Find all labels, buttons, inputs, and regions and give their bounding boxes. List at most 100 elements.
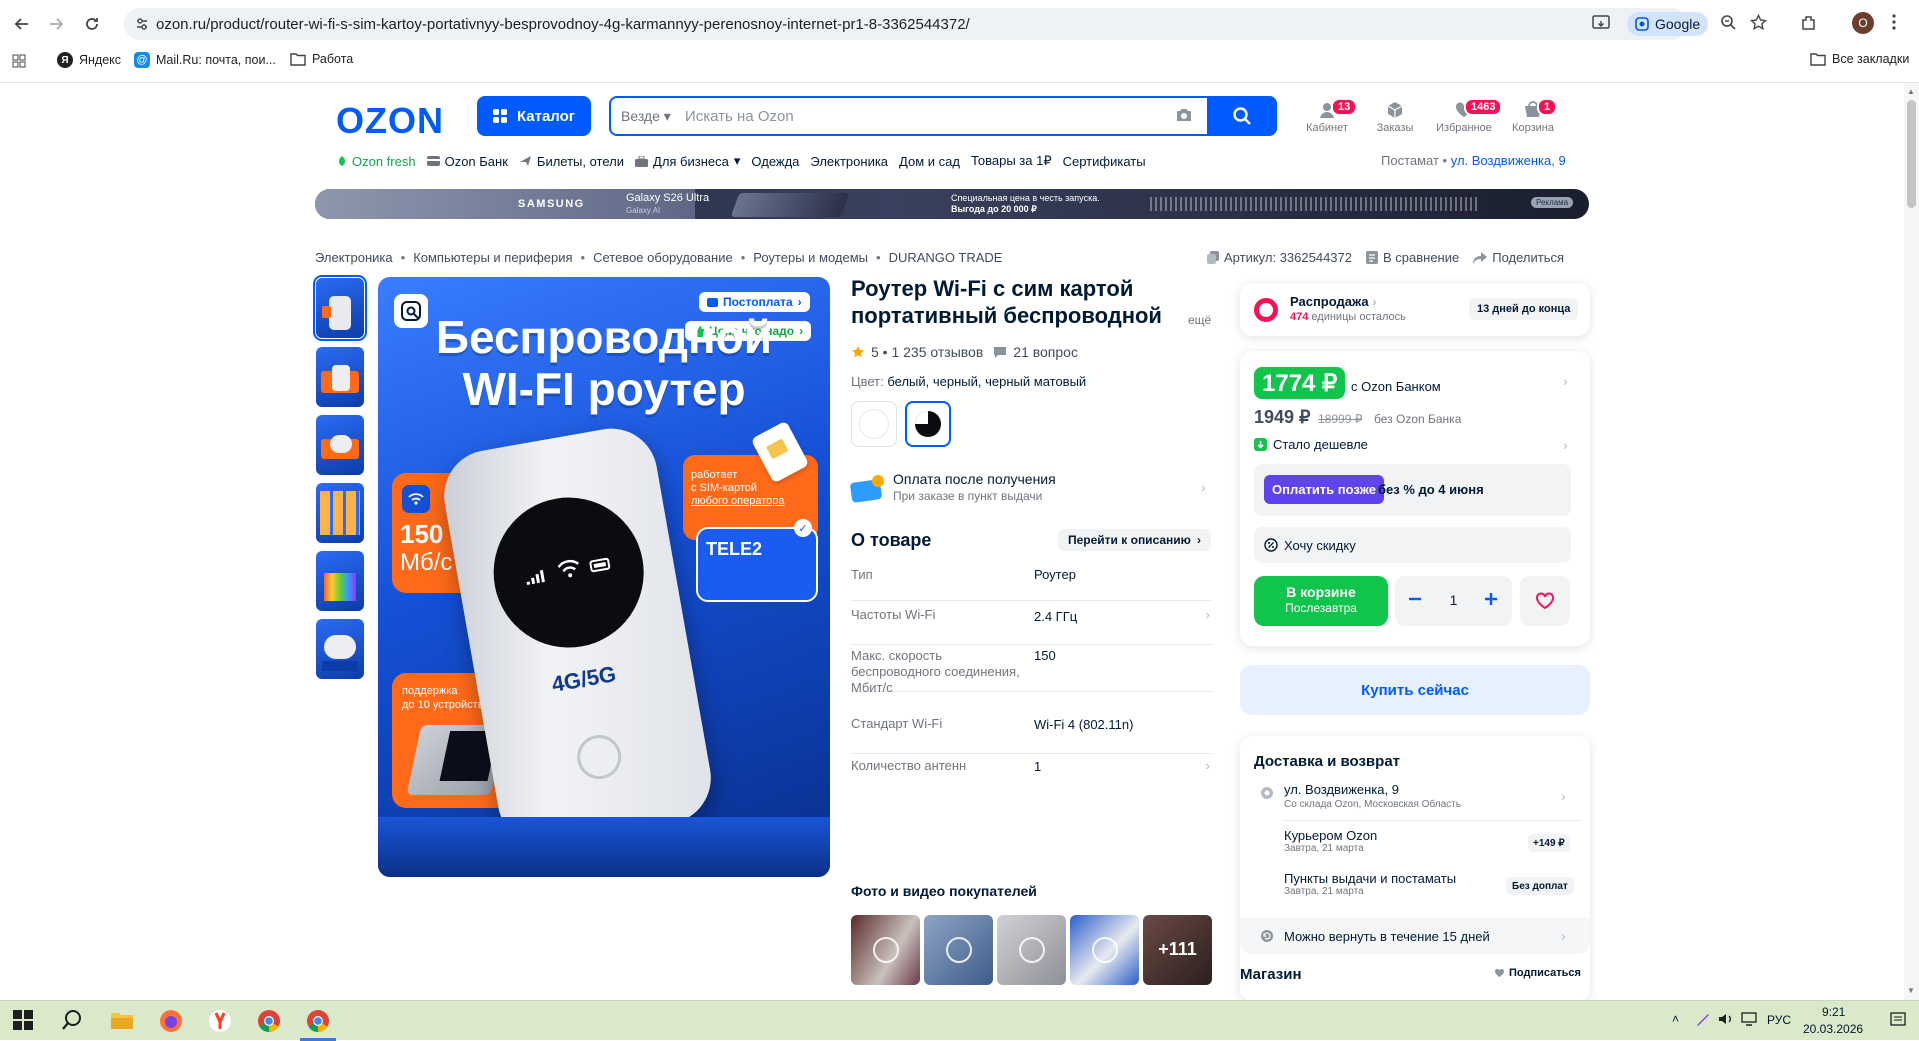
volume-icon[interactable] <box>1718 1012 1734 1026</box>
header-orders[interactable]: Заказы <box>1367 100 1423 134</box>
gallery-thumbnail[interactable] <box>316 551 364 611</box>
compare-button[interactable]: В сравнение <box>1366 250 1459 265</box>
apps-grid-icon[interactable] <box>12 54 26 68</box>
page-scrollbar[interactable]: ▲ ▼ <box>1904 83 1919 1000</box>
customer-photo[interactable] <box>924 915 993 985</box>
scroll-up-icon[interactable]: ▲ <box>1907 87 1915 96</box>
favorite-button[interactable] <box>1520 576 1570 626</box>
bookmark-star-icon[interactable] <box>1750 14 1767 31</box>
google-lens-chip[interactable]: Google <box>1627 12 1709 36</box>
gallery-thumbnail[interactable] <box>316 619 364 679</box>
postamat-selector[interactable]: Постамат • ул. Воздвиженка, 9 <box>1381 153 1566 168</box>
header-cabinet[interactable]: 13 Кабинет <box>1299 98 1358 134</box>
ozon-logo[interactable]: OZON <box>336 100 444 142</box>
subnav-business[interactable]: Для бизнеса ▾ <box>635 153 740 169</box>
scroll-down-icon[interactable]: ▼ <box>1907 986 1915 995</box>
url-text[interactable]: ozon.ru/product/router-wi-fi-s-sim-karto… <box>156 16 970 33</box>
return-row[interactable]: Можно вернуть в течение 15 дней › <box>1240 918 1590 954</box>
subnav-one-ruble[interactable]: Товары за 1₽ <box>971 153 1052 169</box>
article-number[interactable]: Артикул: 3362544372 <box>1207 250 1352 265</box>
zoom-icon[interactable] <box>1720 14 1737 31</box>
subnav-ozon-bank[interactable]: Ozon Банк <box>426 154 508 169</box>
delivery-option[interactable]: Курьером Ozon Завтра, 21 марта +149 ₽ <box>1254 828 1578 860</box>
ozon-bank-price[interactable]: 1774 ₽ <box>1254 367 1346 399</box>
address-bar[interactable]: ozon.ru/product/router-wi-fi-s-sim-karto… <box>124 8 1687 40</box>
forward-icon[interactable] <box>44 12 68 36</box>
search-input[interactable] <box>685 105 1165 127</box>
firefox-icon[interactable] <box>159 1009 183 1033</box>
pay-after-receipt[interactable]: Оплата после получения При заказе в пунк… <box>849 469 1211 509</box>
chrome-icon[interactable] <box>257 1009 281 1033</box>
customer-photo[interactable] <box>997 915 1066 985</box>
delivery-option[interactable]: Пункты выдачи и постаматы Завтра, 21 мар… <box>1254 871 1578 903</box>
notifications-icon[interactable] <box>1890 1012 1906 1028</box>
spec-row[interactable]: Количество антенн 1 › <box>851 758 1212 792</box>
sale-card[interactable]: Распродажа › 474 единицы осталось 13 дне… <box>1240 283 1590 336</box>
search-scope-select[interactable]: Везде ▾ <box>621 108 671 125</box>
reload-icon[interactable] <box>80 12 104 36</box>
cast-icon[interactable] <box>1592 15 1610 31</box>
bookmark-folder-rabota[interactable]: Работа <box>290 52 353 66</box>
in-cart-button[interactable]: В корзине Послезавтра <box>1254 576 1388 626</box>
customer-photo[interactable] <box>851 915 920 985</box>
color-swatch-white[interactable] <box>851 401 897 447</box>
title-more-link[interactable]: ещё <box>1188 313 1211 327</box>
reviews-link[interactable]: 5 • 1 235 отзывов <box>851 344 983 360</box>
search-button[interactable] <box>1207 96 1277 136</box>
ad-banner[interactable]: SAMSUNG Galaxy S26 Ultra Galaxy AI Специ… <box>315 189 1589 219</box>
gallery-thumbnail[interactable] <box>316 483 364 543</box>
windows-start-icon[interactable] <box>12 1009 36 1033</box>
color-swatch-black[interactable] <box>905 401 951 447</box>
subnav-ozon-fresh[interactable]: Ozon fresh <box>337 154 416 169</box>
search-icon[interactable] <box>61 1009 85 1033</box>
browser-menu-icon[interactable] <box>1892 14 1896 30</box>
language-indicator[interactable]: РУС <box>1767 1013 1791 1027</box>
pay-later-row[interactable]: Оплатить позже без % до 4 июня <box>1254 464 1571 516</box>
breadcrumb-item[interactable]: Электроника <box>315 250 393 265</box>
chrome-icon[interactable] <box>306 1009 330 1033</box>
subnav-electronics[interactable]: Электроника <box>810 154 888 169</box>
scrollbar-thumb[interactable] <box>1907 100 1916 208</box>
breadcrumb-item[interactable]: Роутеры и модемы <box>753 250 868 265</box>
file-explorer-icon[interactable] <box>110 1009 134 1033</box>
subscribe-button[interactable]: Подписаться <box>1494 967 1581 979</box>
site-info-icon[interactable] <box>135 17 149 31</box>
gallery-thumbnail[interactable] <box>316 347 364 407</box>
pay-later-button[interactable]: Оплатить позже <box>1264 475 1384 504</box>
header-favorites[interactable]: 1463 Избранное <box>1436 98 1503 134</box>
camera-icon[interactable] <box>1175 107 1193 123</box>
delivery-address-row[interactable]: ул. Воздвиженка, 9 Со склада Ozon, Моско… <box>1254 782 1578 814</box>
all-bookmarks[interactable]: Все закладки <box>1810 52 1909 66</box>
plus-icon[interactable] <box>1483 591 1499 607</box>
price-dropped-row[interactable]: Стало дешевле <box>1254 437 1368 452</box>
bookmark-yandex[interactable]: Я Яндекс <box>57 52 121 68</box>
tray-chevron-up-icon[interactable]: ˄ <box>1672 1012 1679 1026</box>
breadcrumb-item[interactable]: Сетевое оборудование <box>593 250 733 265</box>
buy-now-button[interactable]: Купить сейчас <box>1240 665 1590 715</box>
subnav-home[interactable]: Дом и сад <box>899 154 960 169</box>
back-icon[interactable] <box>10 12 34 36</box>
subnav-certificates[interactable]: Сертификаты <box>1063 154 1146 169</box>
header-cart[interactable]: 1 Корзина <box>1505 98 1561 134</box>
product-main-image[interactable]: Постоплата › Цена что надо › Беспроводно… <box>378 277 830 877</box>
questions-link[interactable]: 21 вопрос <box>993 344 1078 360</box>
yandex-browser-icon[interactable] <box>208 1009 232 1033</box>
subnav-tickets[interactable]: Билеты, отели <box>519 154 624 169</box>
breadcrumb-item[interactable]: Компьютеры и периферия <box>413 250 572 265</box>
customer-photo[interactable] <box>1070 915 1139 985</box>
extensions-icon[interactable] <box>1800 14 1818 32</box>
bookmark-mailru[interactable]: @ Mail.Ru: почта, пои... <box>134 52 276 68</box>
profile-avatar[interactable]: O <box>1852 12 1874 34</box>
badge-postoplata[interactable]: Постоплата › <box>699 292 810 312</box>
spec-row[interactable]: Частоты Wi-Fi 2.4 ГГц › <box>851 607 1212 645</box>
discount-wish-row[interactable]: Хочу скидку <box>1254 527 1571 563</box>
network-icon[interactable] <box>1741 1012 1759 1026</box>
clock-time[interactable]: 9:21 <box>1822 1005 1845 1019</box>
clock-date[interactable]: 20.03.2026 <box>1803 1022 1863 1036</box>
gallery-thumbnail[interactable] <box>313 275 367 341</box>
share-button[interactable]: Поделиться <box>1473 250 1564 265</box>
customer-photos-more[interactable]: +111 <box>1143 915 1212 985</box>
catalog-button[interactable]: Каталог <box>477 96 591 136</box>
pen-icon[interactable] <box>1695 1011 1711 1027</box>
breadcrumb-item[interactable]: DURANGO TRADE <box>889 250 1003 265</box>
